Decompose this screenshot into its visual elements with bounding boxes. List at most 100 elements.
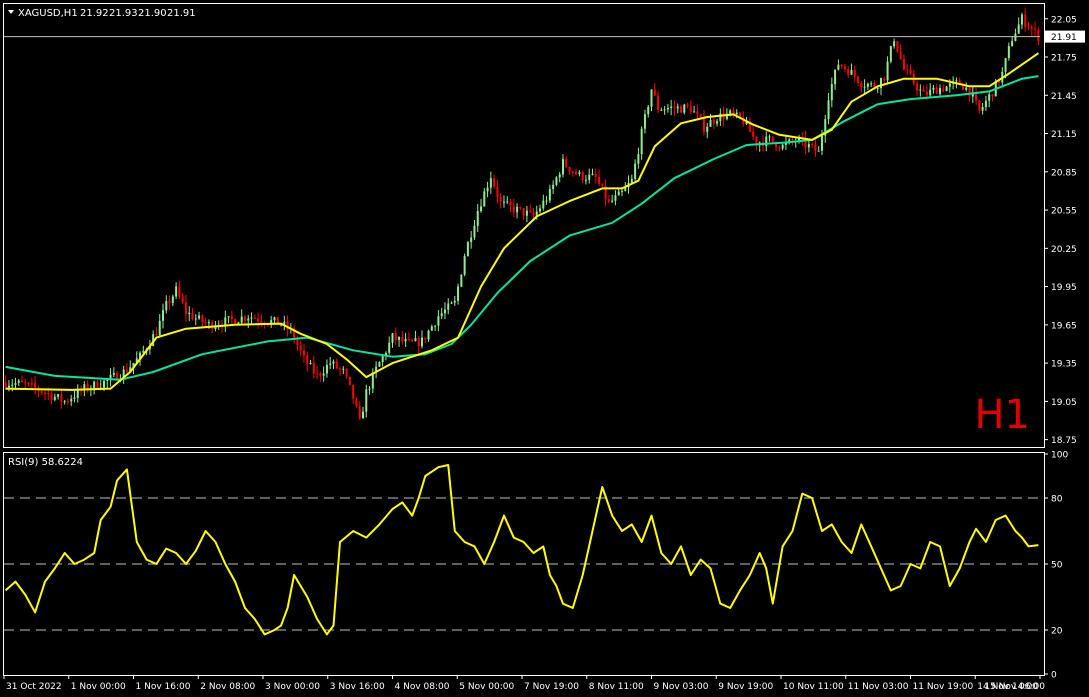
candle-body (443, 309, 446, 314)
candle-body (322, 373, 325, 376)
candle-body (978, 100, 981, 111)
candle-body (981, 107, 984, 111)
candle-body (407, 338, 410, 340)
candle-body (617, 191, 620, 196)
candle-body (260, 321, 263, 323)
candle-body (483, 191, 486, 207)
candle-body (175, 286, 178, 297)
candle-body (614, 195, 617, 201)
candle-body (699, 114, 702, 118)
price-tick-label: 22.05 (1051, 15, 1077, 25)
time-tick-label: 2 Nov 08:00 (200, 682, 255, 692)
candle-body (680, 106, 683, 113)
candle-body (230, 316, 233, 320)
candle-body (771, 136, 774, 142)
candle-body (355, 398, 358, 407)
candle-body (660, 109, 663, 111)
candle-body (470, 237, 473, 243)
last-price-label: 21.91 (1051, 33, 1077, 43)
price-tick-label: 19.65 (1051, 321, 1077, 331)
candle-body (1024, 14, 1027, 27)
candle-body (686, 104, 689, 107)
timeframe-watermark: H1 (974, 392, 1030, 438)
candle-body (391, 333, 394, 343)
candle-body (247, 318, 250, 321)
candle-body (991, 94, 994, 97)
candle-body (929, 89, 932, 96)
price-tick-label: 21.15 (1051, 130, 1077, 140)
candle-body (850, 69, 853, 75)
candle-body (424, 337, 427, 340)
candle-body (584, 179, 587, 181)
candle-body (817, 150, 820, 152)
candle-body (886, 61, 889, 81)
candle-body (388, 342, 391, 353)
time-tick-label: 11 Nov 19:00 (913, 682, 974, 692)
candle-body (47, 393, 50, 395)
rsi-tick-label: 50 (1051, 561, 1063, 571)
candle-body (643, 114, 646, 129)
candle-body (57, 394, 60, 397)
candle-body (240, 316, 243, 323)
time-tick-label: 4 Nov 08:00 (395, 682, 450, 692)
candle-body (945, 86, 948, 92)
time-tick-label: 1 Nov 16:00 (136, 682, 191, 692)
candle-body (184, 302, 187, 315)
candle-body (820, 135, 823, 151)
candle-body (925, 91, 928, 96)
candle-body (181, 296, 184, 303)
candle-body (683, 104, 686, 113)
candle-body (361, 411, 364, 419)
candle-body (421, 337, 424, 347)
candle-body (830, 84, 833, 101)
candle-body (70, 398, 73, 402)
candle-body (398, 337, 401, 340)
chart-background (0, 0, 1089, 697)
candle-body (634, 163, 637, 179)
candle-body (158, 320, 161, 336)
candle-body (834, 69, 837, 85)
candle-body (948, 83, 951, 87)
candle-body (17, 380, 20, 384)
candle-body (588, 174, 591, 180)
candle-body (243, 316, 246, 321)
candle-body (299, 345, 302, 351)
time-tick-label: 15 Nov 06:00 (984, 682, 1045, 692)
candle-body (729, 110, 732, 114)
price-tick-label: 19.35 (1051, 360, 1077, 370)
rsi-tick-label: 80 (1051, 495, 1063, 505)
candle-body (168, 301, 171, 304)
candle-body (768, 136, 771, 138)
candle-body (919, 89, 922, 91)
price-tick-label: 20.55 (1051, 207, 1077, 217)
candle-body (257, 318, 260, 322)
candle-body (227, 316, 230, 318)
price-tick-label: 21.45 (1051, 92, 1077, 102)
candle-body (575, 171, 578, 175)
candle-body (93, 381, 96, 389)
candle-body (325, 364, 328, 374)
candle-body (620, 191, 623, 193)
candle-body (598, 176, 601, 184)
price-tick-label: 18.75 (1051, 436, 1077, 446)
candle-body (60, 394, 63, 402)
candle-body (234, 319, 237, 325)
candle-body (502, 201, 505, 203)
candle-body (607, 199, 610, 202)
candle-body (178, 286, 181, 297)
candle-body (394, 333, 397, 340)
candle-body (43, 392, 46, 394)
candle-body (781, 144, 784, 149)
mt4-chart-window: XAGUSD,H1 21.92 21.93 21.90 21.91 22.05 2… (0, 0, 1089, 697)
candle-body (561, 159, 564, 175)
price-tick-label: 21.75 (1051, 54, 1077, 64)
candle-body (339, 368, 342, 370)
candle-body (63, 401, 66, 403)
candle-body (440, 313, 443, 317)
candle-body (778, 147, 781, 149)
candle-body (863, 86, 866, 88)
price-tick-label: 20.85 (1051, 168, 1077, 178)
candle-body (329, 363, 332, 365)
candle-body (345, 368, 348, 377)
candle-body (463, 256, 466, 275)
